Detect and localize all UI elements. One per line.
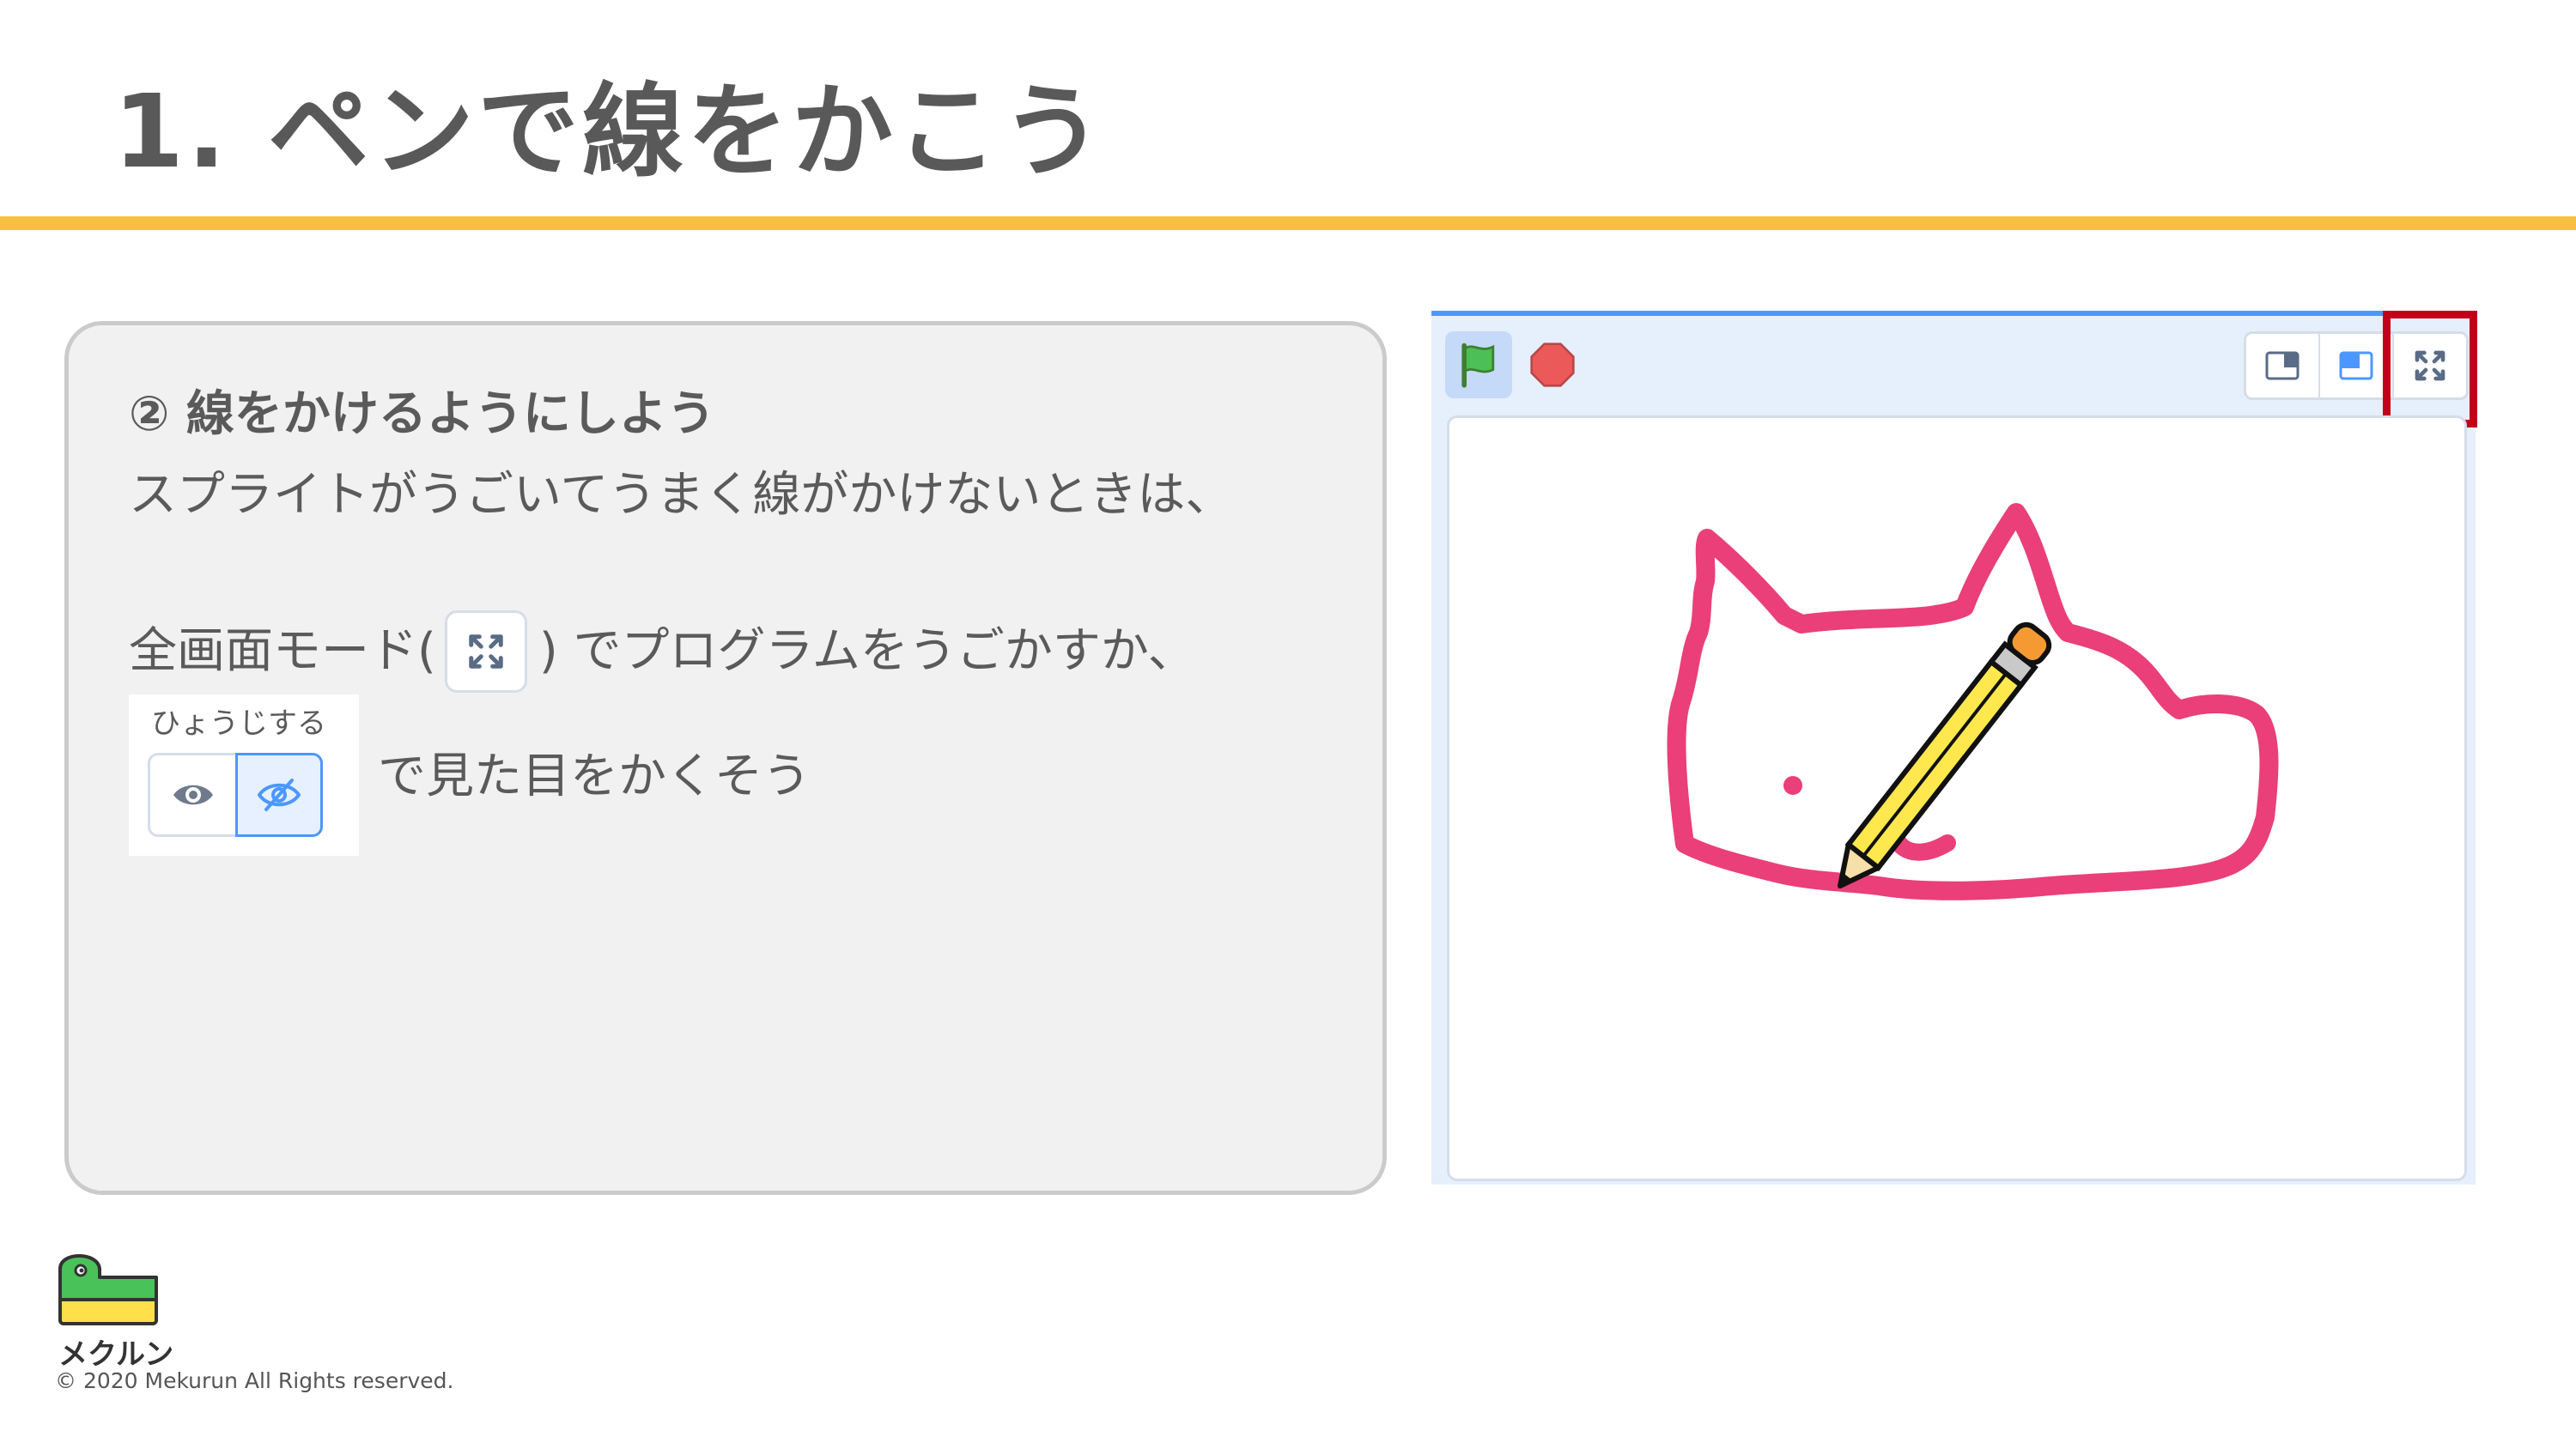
stage-panel [1431,311,2477,1185]
cat-mouth [1887,830,1956,861]
step-heading: ② 線をかけるようにしよう [129,386,715,442]
normal-stage-icon [2339,351,2373,380]
instruction-line-2: 全画面モード( ) でプログラムをうごかすか、 [129,610,1196,693]
instruction-line-2-after: ) でプログラムをうごかすか、 [538,623,1196,679]
green-flag-icon [1461,343,1495,388]
stage-canvas[interactable] [1447,415,2467,1181]
hide-sprite-button [235,753,323,837]
fullscreen-highlight-box [2383,311,2477,427]
instruction-card: ② 線をかけるようにしよう スプライトがうごいてうまく線がかけないときは、 全画… [64,321,1387,1195]
visibility-label: ひょうじする [151,706,326,741]
cat-eye [1783,776,1802,795]
visibility-toggle-sample: ひょうじする [129,694,359,856]
eye-icon [173,785,213,805]
slide-title: 1. ペンで線をかこう [113,72,1107,191]
cat-drawing [1667,503,2279,900]
copyright: © 2020 Mekurun All Rights reserved. [55,1368,454,1393]
show-sprite-button [148,753,235,837]
fullscreen-icon [469,634,503,669]
fullscreen-button-sample [444,610,527,693]
mekurun-logo [58,1254,158,1325]
brand-name: メクルン [58,1337,174,1372]
small-stage-button[interactable] [2246,334,2320,397]
small-stage-icon [2265,351,2300,380]
eye-slash-icon [258,779,301,811]
stop-icon [1530,343,1575,387]
instruction-line-2-before: 全画面モード( [129,623,436,679]
instruction-line-1: スプライトがうごいてうまく線がかけないときは、 [129,467,1234,523]
stop-button[interactable] [1526,338,1579,391]
title-underline [0,216,2576,230]
green-flag-button[interactable] [1445,331,1512,398]
instruction-line-3: で見た目をかくそう [378,749,811,804]
